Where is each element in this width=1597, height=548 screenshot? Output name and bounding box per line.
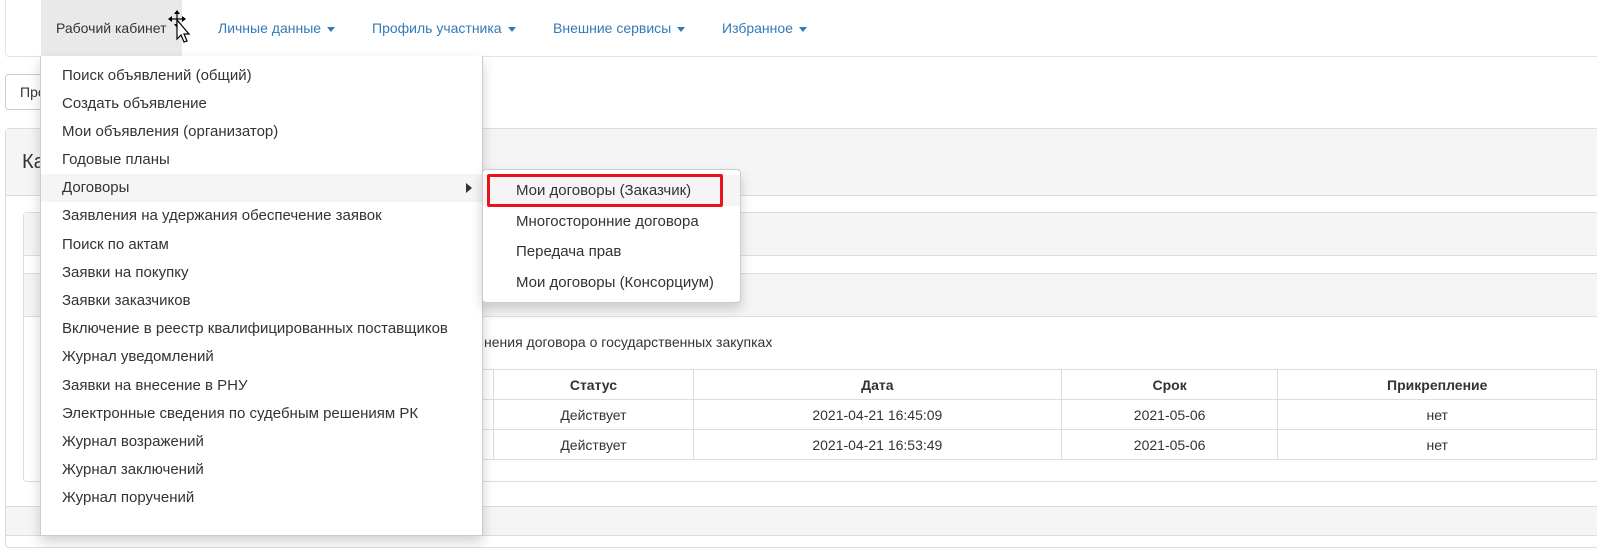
nav-external-services[interactable]: Внешние сервисы xyxy=(553,0,686,56)
table-cell-deadline: 2021-05-06 xyxy=(1060,399,1279,430)
menu-item-rnu-requests[interactable]: Заявки на внесение в РНУ xyxy=(41,372,482,400)
nav-favorites[interactable]: Избранное xyxy=(722,0,807,56)
menu-item-purchase-requests[interactable]: Заявки на покупку xyxy=(41,259,482,287)
menu-item-label: Журнал уведомлений xyxy=(62,348,214,365)
nav-favorites-label: Избранное xyxy=(722,20,793,36)
menu-item-court-decisions[interactable]: Электронные сведения по судебным решения… xyxy=(41,400,482,428)
table-cell-attachment: нет xyxy=(1277,399,1597,430)
table-cell-attachment: нет xyxy=(1277,429,1597,460)
table-cell-status: Действует xyxy=(492,399,694,430)
menu-item-create-announcement[interactable]: Создать объявление xyxy=(41,90,482,118)
chevron-right-icon xyxy=(466,183,472,193)
chevron-down-icon xyxy=(507,26,516,32)
table-row[interactable]: Действует 2021-04-21 16:45:09 2021-05-06… xyxy=(478,399,1597,430)
menu-item-objections-log[interactable]: Журнал возражений xyxy=(41,428,482,456)
table-header-row: Статус Дата Срок Прикрепление xyxy=(478,369,1597,400)
submenu-item-label: Мои договоры (Консорциум) xyxy=(516,274,714,291)
table-header-deadline: Срок xyxy=(1060,369,1279,400)
submenu-item-label: Мои договоры (Заказчик) xyxy=(516,182,692,199)
move-cursor-icon xyxy=(168,10,191,43)
contracts-table: Статус Дата Срок Прикрепление Действует … xyxy=(478,369,1597,460)
table-cell-date: 2021-04-21 16:53:49 xyxy=(692,429,1062,460)
menu-item-orders-log[interactable]: Журнал поручений xyxy=(41,484,482,512)
menu-item-label: Годовые планы xyxy=(62,151,170,168)
submenu-item-label: Передача прав xyxy=(516,243,622,260)
nav-participant-profile[interactable]: Профиль участника xyxy=(372,0,516,56)
table-cell-date: 2021-04-21 16:45:09 xyxy=(692,399,1062,430)
nav-participant-profile-label: Профиль участника xyxy=(372,20,502,36)
menu-item-guarantee-retention[interactable]: Заявления на удержания обеспечение заяво… xyxy=(41,202,482,230)
table-header-status: Статус xyxy=(492,369,694,400)
submenu-item-rights-transfer[interactable]: Передача прав xyxy=(483,236,740,267)
menu-item-label: Заявления на удержания обеспечение заяво… xyxy=(62,207,382,224)
top-navbar: Рабочий кабинет Личные данные Профиль уч… xyxy=(5,0,1597,57)
menu-item-label: Мои объявления (организатор) xyxy=(62,123,279,140)
menu-item-label: Электронные сведения по судебным решения… xyxy=(62,405,419,422)
menu-item-label: Заявки на покупку xyxy=(62,264,189,281)
submenu-item-my-contracts-consortium[interactable]: Мои договоры (Консорциум) xyxy=(483,267,740,298)
nav-workspace-label: Рабочий кабинет xyxy=(56,20,167,36)
chevron-down-icon xyxy=(677,26,686,32)
chevron-down-icon xyxy=(327,26,336,32)
menu-item-label: Поиск по актам xyxy=(62,236,169,253)
table-header-attachment: Прикрепление xyxy=(1277,369,1597,400)
menu-item-conclusions-log[interactable]: Журнал заключений xyxy=(41,456,482,484)
menu-item-label: Заявки заказчиков xyxy=(62,292,191,309)
menu-item-acts-search[interactable]: Поиск по актам xyxy=(41,231,482,259)
menu-item-label: Создать объявление xyxy=(62,95,207,112)
table-header-date: Дата xyxy=(692,369,1062,400)
chevron-down-icon xyxy=(798,26,807,32)
nav-external-services-label: Внешние сервисы xyxy=(553,20,672,36)
menu-item-contracts[interactable]: Договоры xyxy=(41,174,482,202)
menu-item-label: Договоры xyxy=(62,179,130,196)
submenu-item-multilateral-contracts[interactable]: Многосторонние договора xyxy=(483,206,740,237)
submenu-item-my-contracts-customer[interactable]: Мои договоры (Заказчик) xyxy=(483,175,740,206)
contracts-submenu: Мои договоры (Заказчик) Многосторонние д… xyxy=(482,169,741,303)
menu-item-label: Включение в реестр квалифицированных пос… xyxy=(62,320,448,337)
submenu-item-label: Многосторонние договора xyxy=(516,213,699,230)
menu-item-notifications-log[interactable]: Журнал уведомлений xyxy=(41,343,482,371)
workspace-dropdown-menu: Поиск объявлений (общий) Создать объявле… xyxy=(40,56,483,536)
menu-item-label: Поиск объявлений (общий) xyxy=(62,67,252,84)
menu-item-announcement-search[interactable]: Поиск объявлений (общий) xyxy=(41,62,482,90)
nav-personal-data-label: Личные данные xyxy=(218,20,322,36)
nav-personal-data[interactable]: Личные данные xyxy=(218,0,336,56)
table-row[interactable]: Действует 2021-04-21 16:53:49 2021-05-06… xyxy=(478,429,1597,460)
nav-workspace[interactable]: Рабочий кабинет xyxy=(41,0,182,56)
table-cell-status: Действует xyxy=(492,429,694,460)
menu-item-annual-plans[interactable]: Годовые планы xyxy=(41,146,482,174)
menu-item-qualified-suppliers[interactable]: Включение в реестр квалифицированных пос… xyxy=(41,315,482,343)
menu-item-label: Журнал возражений xyxy=(62,433,204,450)
menu-item-label: Журнал заключений xyxy=(62,461,204,478)
contract-description: нения договора о государственных закупка… xyxy=(484,334,773,350)
table-cell-deadline: 2021-05-06 xyxy=(1060,429,1279,460)
menu-item-customer-requests[interactable]: Заявки заказчиков xyxy=(41,287,482,315)
menu-item-label: Журнал поручений xyxy=(62,489,195,506)
menu-item-label: Заявки на внесение в РНУ xyxy=(62,377,248,394)
menu-item-my-announcements[interactable]: Мои объявления (организатор) xyxy=(41,118,482,146)
